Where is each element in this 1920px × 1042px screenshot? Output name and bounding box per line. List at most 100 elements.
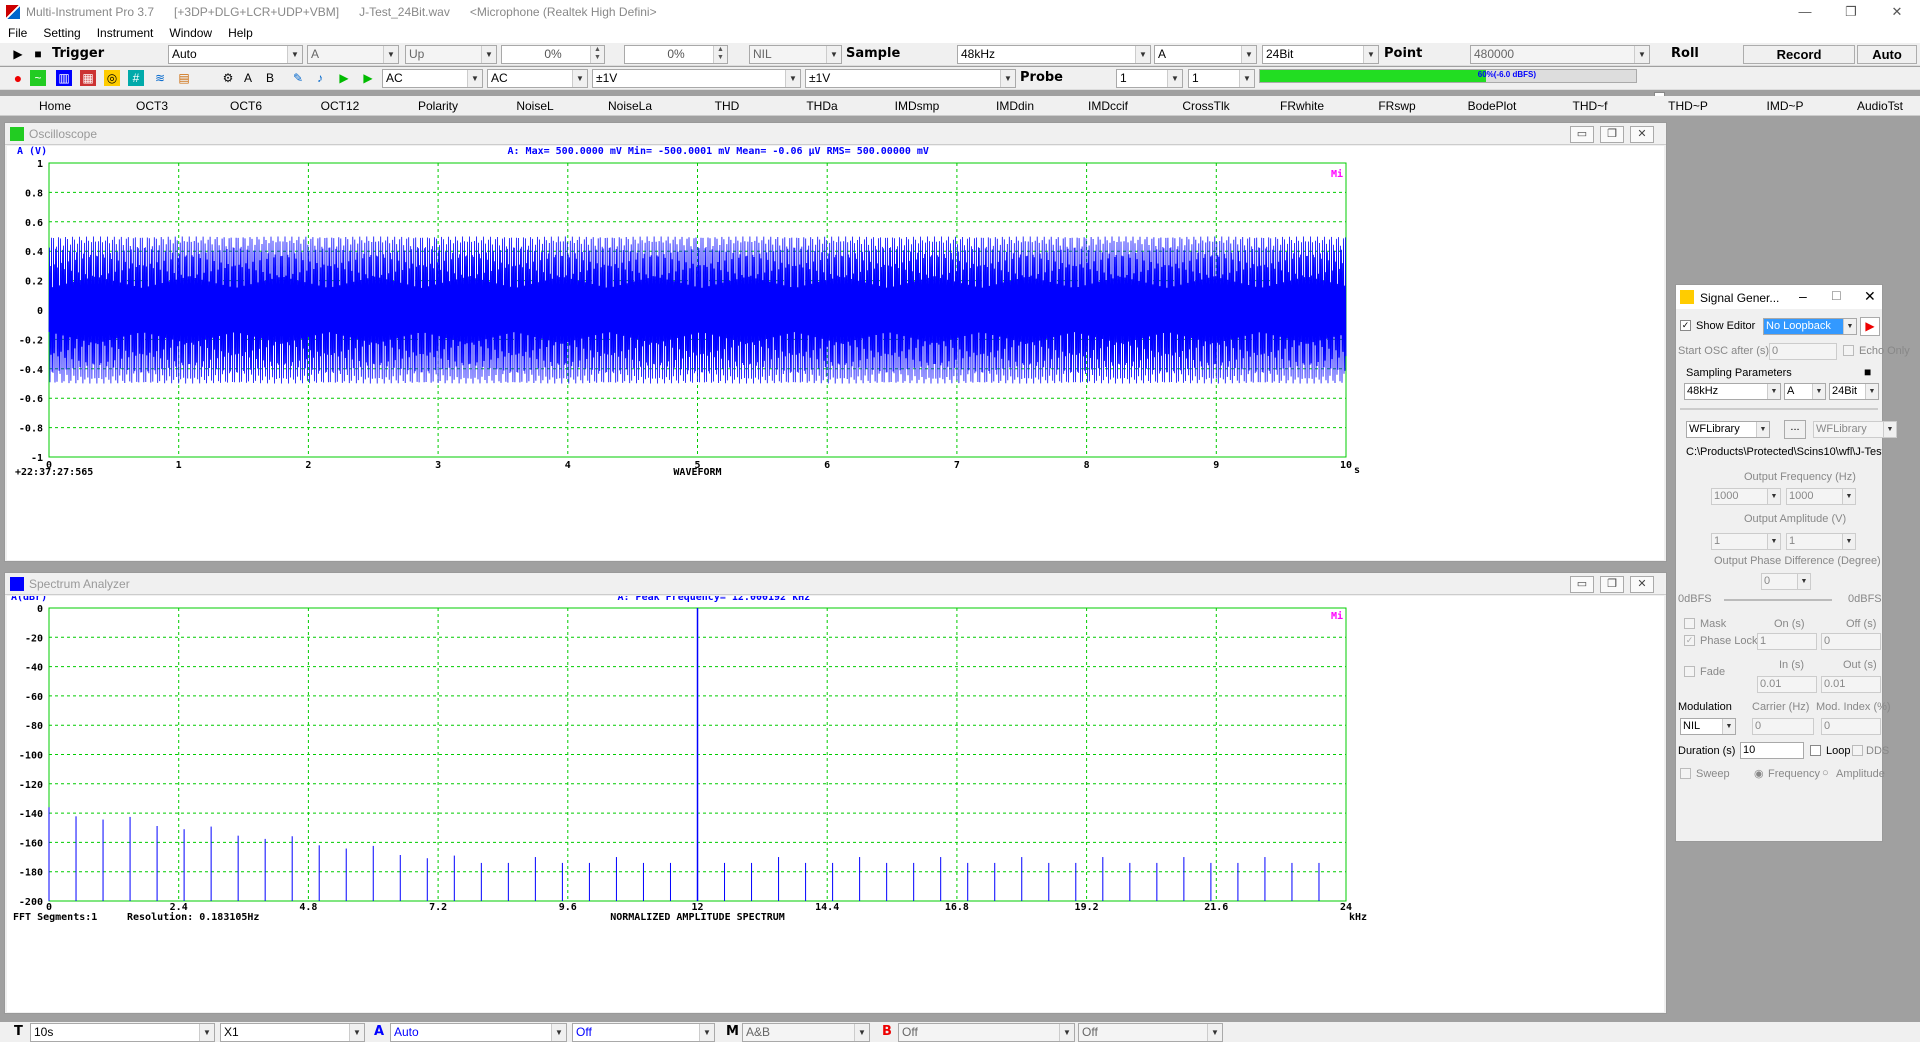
close-icon[interactable]: ✕ [1874,0,1920,23]
ch-a-icon[interactable]: A [240,70,256,86]
tab-crosstlk[interactable]: CrossTlk [1166,99,1246,113]
menu-file[interactable]: File [0,26,35,40]
osc-close-icon[interactable]: ✕ [1630,126,1654,143]
amp-b-input[interactable]: 1 ▼ [1786,533,1856,550]
tab-oct3[interactable]: OCT3 [112,99,192,113]
probe-icon[interactable]: ⚙ [220,70,236,86]
sample-rate-select[interactable]: 48kHz ▼ [957,45,1151,64]
mask-on-input[interactable]: 1 [1757,633,1817,650]
tab-noisel[interactable]: NoiseL [495,99,575,113]
trigger-filter-select[interactable]: NIL ▼ [749,45,842,64]
siggen-save-icon[interactable]: ■ [1864,365,1871,379]
zoom-select[interactable]: X1 ▼ [220,1023,365,1042]
a-mode-select[interactable]: Auto ▼ [390,1023,567,1042]
duration-input[interactable]: 10 [1740,742,1804,759]
siggen-maximize-icon[interactable]: ☐ [1831,289,1842,303]
show-editor-checkbox[interactable]: ✓ [1680,320,1691,331]
trigger-icon[interactable]: ▶ [10,46,26,62]
a-filter-select[interactable]: Off ▼ [572,1023,715,1042]
siggen-channel-select[interactable]: A ▼ [1784,383,1826,400]
menu-setting[interactable]: Setting [35,26,88,40]
spectrum-plot[interactable]: 0 2.4 4.8 7.2 9.6 12 14.4 16.8 19.2 21.6 24 0 -20 -40… [7,596,1664,1012]
spec-restore-icon[interactable]: ❐ [1600,576,1624,593]
oscilloscope-icon[interactable]: ~ [30,70,46,86]
tab-noisela[interactable]: NoiseLa [590,99,670,113]
carrier-input[interactable]: 0 [1752,718,1814,735]
probe-a-select[interactable]: 1 ▼ [1116,69,1183,88]
siggen-rate-select[interactable]: 48kHz ▼ [1684,383,1781,400]
extra-select[interactable]: Off ▼ [1078,1023,1223,1042]
sample-channel-select[interactable]: A ▼ [1154,45,1257,64]
minimize-icon[interactable]: — [1782,0,1828,23]
tab-home[interactable]: Home [15,99,95,113]
menu-help[interactable]: Help [220,26,261,40]
b-mode-select[interactable]: Off ▼ [898,1023,1075,1042]
phase-lock-checkbox[interactable]: ✓ [1684,635,1695,646]
loop-checkbox[interactable] [1810,745,1821,756]
tab-imdccif[interactable]: IMDccif [1068,99,1148,113]
freq-a-input[interactable]: 1000 ▼ [1711,488,1781,505]
tab-audiotst[interactable]: AudioTst [1840,99,1920,113]
fade-checkbox[interactable] [1684,666,1695,677]
range-a-select[interactable]: ±1V ▼ [592,69,801,88]
fade-out-input[interactable]: 0.01 [1821,676,1881,693]
points-select[interactable]: 480000 ▼ [1470,45,1650,64]
meter-icon[interactable]: # [128,70,144,86]
menu-instrument[interactable]: Instrument [89,26,162,40]
spec-minimize-icon[interactable]: ▭ [1570,576,1594,593]
sweep-checkbox[interactable] [1680,768,1691,779]
spectrogram-icon[interactable]: ▦ [80,70,96,86]
loopback-select[interactable]: No Loopback ▼ [1763,318,1857,335]
m-mode-select[interactable]: A&B ▼ [742,1023,870,1042]
multimeter-icon[interactable]: ▤ [176,70,192,86]
tab-frswp[interactable]: FRswp [1357,99,1437,113]
mod-index-input[interactable]: 0 [1821,718,1881,735]
save-icon[interactable]: ■ [30,46,46,62]
wf-library-a-select[interactable]: WFLibrary ▼ [1686,421,1770,438]
phase-input[interactable]: 0 ▼ [1761,573,1811,590]
spectrum-icon[interactable]: ▥ [56,70,72,86]
amp-a-input[interactable]: 1 ▼ [1711,533,1781,550]
mask-checkbox[interactable] [1684,618,1695,629]
play-loop-icon[interactable]: ▶ [360,70,376,86]
osc-restore-icon[interactable]: ❐ [1600,126,1624,143]
probe-b-select[interactable]: 1 ▼ [1188,69,1255,88]
generate-play-button[interactable]: ▶ [1860,317,1880,336]
auto-button[interactable]: Auto [1857,45,1917,64]
dds-icon[interactable]: ≋ [152,70,168,86]
amplitude-radio[interactable]: ○ [1822,767,1829,779]
tab-oct12[interactable]: OCT12 [300,99,380,113]
siggen-close-icon[interactable]: ✕ [1864,288,1876,305]
range-b-select[interactable]: ±1V ▼ [805,69,1016,88]
ch-b-icon[interactable]: B [262,70,278,86]
tools-icon[interactable]: ✎ [290,70,306,86]
siggen-minimize-icon[interactable]: – [1799,288,1807,304]
trigger-edge-select[interactable]: Up ▼ [405,45,497,64]
browse-button[interactable]: ... [1784,420,1806,439]
speaker-icon[interactable]: ♪ [312,70,328,86]
tab-imddin[interactable]: IMDdin [975,99,1055,113]
bit-depth-select[interactable]: 24Bit ▼ [1262,45,1379,64]
trigger-delay-spinner[interactable]: 0% ▲ ▼ [624,45,728,64]
dds-checkbox[interactable] [1852,745,1863,756]
tab-thd[interactable]: THD [687,99,767,113]
tab-thd-p[interactable]: THD~P [1648,99,1728,113]
frequency-radio[interactable]: ◉ [1754,767,1764,780]
maximize-icon[interactable]: ❐ [1828,0,1874,23]
coupling-b-select[interactable]: AC ▼ [487,69,588,88]
record-dot-icon[interactable]: ● [10,70,26,86]
osc-minimize-icon[interactable]: ▭ [1570,126,1594,143]
fade-in-input[interactable]: 0.01 [1757,676,1817,693]
oscilloscope-plot[interactable]: 0 1 2 3 4 5 6 7 8 9 10 1 0.8 0.6 0.4 0.2 0 -0.2 -0.4 -0.6 -0… [7,146,1664,560]
mask-off-input[interactable]: 0 [1821,633,1881,650]
trigger-mode-select[interactable]: Auto ▼ [168,45,303,64]
time-base-select[interactable]: 10s ▼ [30,1023,215,1042]
menu-window[interactable]: Window [161,26,220,40]
coupling-a-select[interactable]: AC ▼ [382,69,483,88]
trigger-channel-select[interactable]: A ▼ [307,45,399,64]
echo-only-checkbox[interactable] [1843,345,1854,356]
record-button[interactable]: Record [1743,45,1855,64]
tab-bodeplot[interactable]: BodePlot [1452,99,1532,113]
siggen-bits-select[interactable]: 24Bit ▼ [1829,383,1879,400]
tab-thd-f[interactable]: THD~f [1550,99,1630,113]
